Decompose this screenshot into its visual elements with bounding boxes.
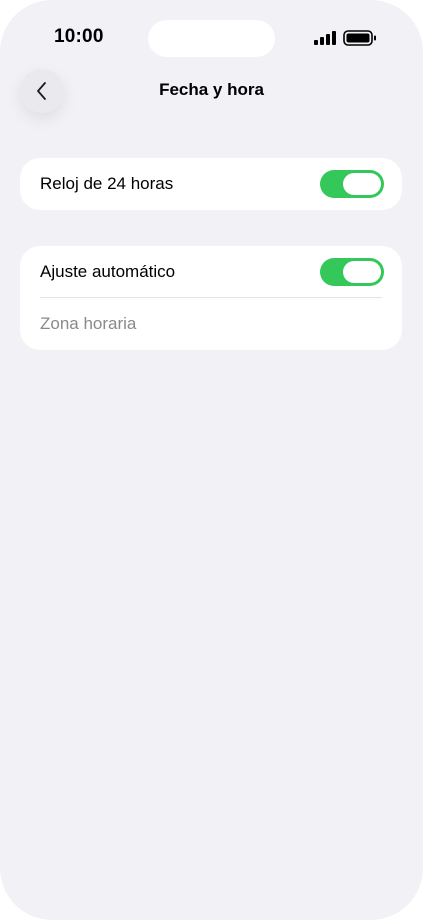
clock-format-card: Reloj de 24 horas — [20, 158, 402, 210]
toggle-knob — [343, 260, 381, 283]
auto-adjust-toggle[interactable] — [320, 257, 384, 286]
cellular-signal-icon — [314, 31, 336, 45]
auto-adjust-row: Ajuste automático — [20, 246, 402, 297]
time-zone-label: Zona horaria — [40, 314, 137, 333]
clock-24h-row: Reloj de 24 horas — [20, 158, 402, 210]
time-zone-row[interactable]: Zona horaria — [20, 298, 402, 350]
dynamic-island — [148, 20, 275, 57]
page-title: Fecha y hora — [159, 80, 264, 99]
clock-24h-toggle[interactable] — [320, 170, 384, 198]
time-settings-card: Ajuste automático Zona horaria — [20, 246, 402, 350]
battery-icon — [343, 30, 376, 46]
toggle-knob — [343, 173, 381, 195]
auto-adjust-label: Ajuste automático — [40, 261, 176, 281]
status-time: 10:00 — [54, 26, 104, 47]
clock-24h-label: Reloj de 24 horas — [40, 174, 174, 193]
phone-screen: 10:00 Fecha y hora Reloj de 24 horas Aju… — [0, 0, 423, 920]
